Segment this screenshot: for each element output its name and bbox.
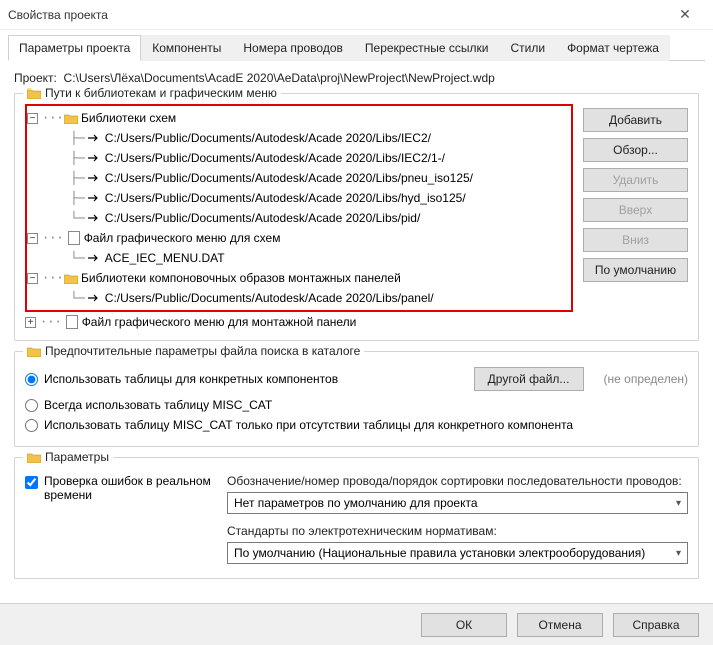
tree-node-menu-schem[interactable]: Файл графического меню для схем xyxy=(84,231,281,245)
libs-section: Пути к библиотекам и графическим меню −·… xyxy=(14,93,699,341)
project-label: Проект: xyxy=(14,71,57,85)
libs-tree[interactable]: −··· Библиотеки схем ├─C:/Users/Public/D… xyxy=(25,104,573,332)
params-section-title: Параметры xyxy=(45,450,109,464)
radio-input[interactable] xyxy=(25,419,38,432)
folder-icon xyxy=(64,113,78,124)
tree-node-panel[interactable]: Библиотеки компоновочных образов монтажн… xyxy=(81,271,401,285)
tree-item[interactable]: C:/Users/Public/Documents/Autodesk/Acade… xyxy=(105,191,466,205)
arrow-icon xyxy=(87,133,101,143)
default-button[interactable]: По умолчанию xyxy=(583,258,688,282)
arrow-icon xyxy=(87,193,101,203)
catalog-section: Предпочтительные параметры файла поиска … xyxy=(14,351,699,447)
cancel-button[interactable]: Отмена xyxy=(517,613,603,637)
folder-icon xyxy=(27,88,41,99)
up-button[interactable]: Вверх xyxy=(583,198,688,222)
browse-button[interactable]: Обзор... xyxy=(583,138,688,162)
expand-icon[interactable]: − xyxy=(27,233,38,244)
help-button[interactable]: Справка xyxy=(613,613,699,637)
chevron-down-icon: ▾ xyxy=(676,498,681,509)
expand-icon[interactable]: − xyxy=(27,113,38,124)
not-defined-label: (не определен) xyxy=(604,372,688,386)
chevron-down-icon: ▾ xyxy=(676,548,681,559)
checkbox-input[interactable] xyxy=(25,476,38,489)
folder-icon xyxy=(27,346,41,357)
folder-icon xyxy=(27,452,41,463)
expand-icon[interactable]: − xyxy=(27,273,38,284)
tabs: Параметры проекта Компоненты Номера пров… xyxy=(8,34,705,61)
tree-item[interactable]: C:/Users/Public/Documents/Autodesk/Acade… xyxy=(105,171,473,185)
arrow-icon xyxy=(87,173,101,183)
tab-xrefs[interactable]: Перекрестные ссылки xyxy=(354,35,500,61)
tree-node-menu-panel[interactable]: Файл графического меню для монтажной пан… xyxy=(82,315,357,329)
page-icon xyxy=(66,315,78,329)
delete-button[interactable]: Удалить xyxy=(583,168,688,192)
std-combo[interactable]: По умолчанию (Национальные правила устан… xyxy=(227,542,688,564)
libs-section-title: Пути к библиотекам и графическим меню xyxy=(45,86,277,100)
window-title: Свойства проекта xyxy=(8,8,665,22)
tree-item[interactable]: C:/Users/Public/Documents/Autodesk/Acade… xyxy=(105,131,431,145)
project-path-line: Проект: C:\Users\Лёха\Documents\AcadE 20… xyxy=(14,71,699,85)
tree-item[interactable]: C:/Users/Public/Documents/Autodesk/Acade… xyxy=(105,291,434,305)
arrow-icon xyxy=(87,293,101,303)
ok-button[interactable]: ОК xyxy=(421,613,507,637)
arrow-icon xyxy=(87,213,101,223)
other-file-button[interactable]: Другой файл... xyxy=(474,367,584,391)
arrow-icon xyxy=(87,253,101,263)
radio-input[interactable] xyxy=(25,399,38,412)
highlight-box: −··· Библиотеки схем ├─C:/Users/Public/D… xyxy=(25,104,573,312)
desig-combo[interactable]: Нет параметров по умолчанию для проекта … xyxy=(227,492,688,514)
project-path: C:\Users\Лёха\Documents\AcadE 2020\AeDat… xyxy=(64,71,495,85)
tab-params[interactable]: Параметры проекта xyxy=(8,35,141,61)
arrow-icon xyxy=(87,153,101,163)
tree-node-schem[interactable]: Библиотеки схем xyxy=(81,111,176,125)
tree-item[interactable]: C:/Users/Public/Documents/Autodesk/Acade… xyxy=(105,211,421,225)
catalog-opt1[interactable]: Использовать таблицы для конкретных комп… xyxy=(25,372,338,386)
down-button[interactable]: Вниз xyxy=(583,228,688,252)
add-button[interactable]: Добавить xyxy=(583,108,688,132)
params-section: Параметры Проверка ошибок в реальном вре… xyxy=(14,457,699,579)
desig-label: Обозначение/номер провода/порядок сортир… xyxy=(227,474,688,488)
dialog-footer: ОК Отмена Справка xyxy=(0,603,713,645)
expand-icon[interactable]: + xyxy=(25,317,36,328)
radio-input[interactable] xyxy=(25,373,38,386)
page-icon xyxy=(68,231,80,245)
folder-icon xyxy=(64,273,78,284)
catalog-section-title: Предпочтительные параметры файла поиска … xyxy=(45,344,360,358)
tab-drawing[interactable]: Формат чертежа xyxy=(556,35,670,61)
tree-item[interactable]: C:/Users/Public/Documents/Autodesk/Acade… xyxy=(105,151,445,165)
catalog-opt3[interactable]: Использовать таблицу MISC_CAT только при… xyxy=(25,418,688,432)
catalog-opt2[interactable]: Всегда использовать таблицу MISC_CAT xyxy=(25,398,688,412)
tree-item[interactable]: ACE_IEC_MENU.DAT xyxy=(105,251,225,265)
std-label: Стандарты по электротехническим норматив… xyxy=(227,524,688,538)
close-icon[interactable]: ✕ xyxy=(665,6,705,23)
titlebar: Свойства проекта ✕ xyxy=(0,0,713,30)
realtime-check[interactable]: Проверка ошибок в реальном времени xyxy=(25,474,215,564)
tab-wires[interactable]: Номера проводов xyxy=(232,35,354,61)
tab-styles[interactable]: Стили xyxy=(499,35,556,61)
tab-components[interactable]: Компоненты xyxy=(141,35,232,61)
